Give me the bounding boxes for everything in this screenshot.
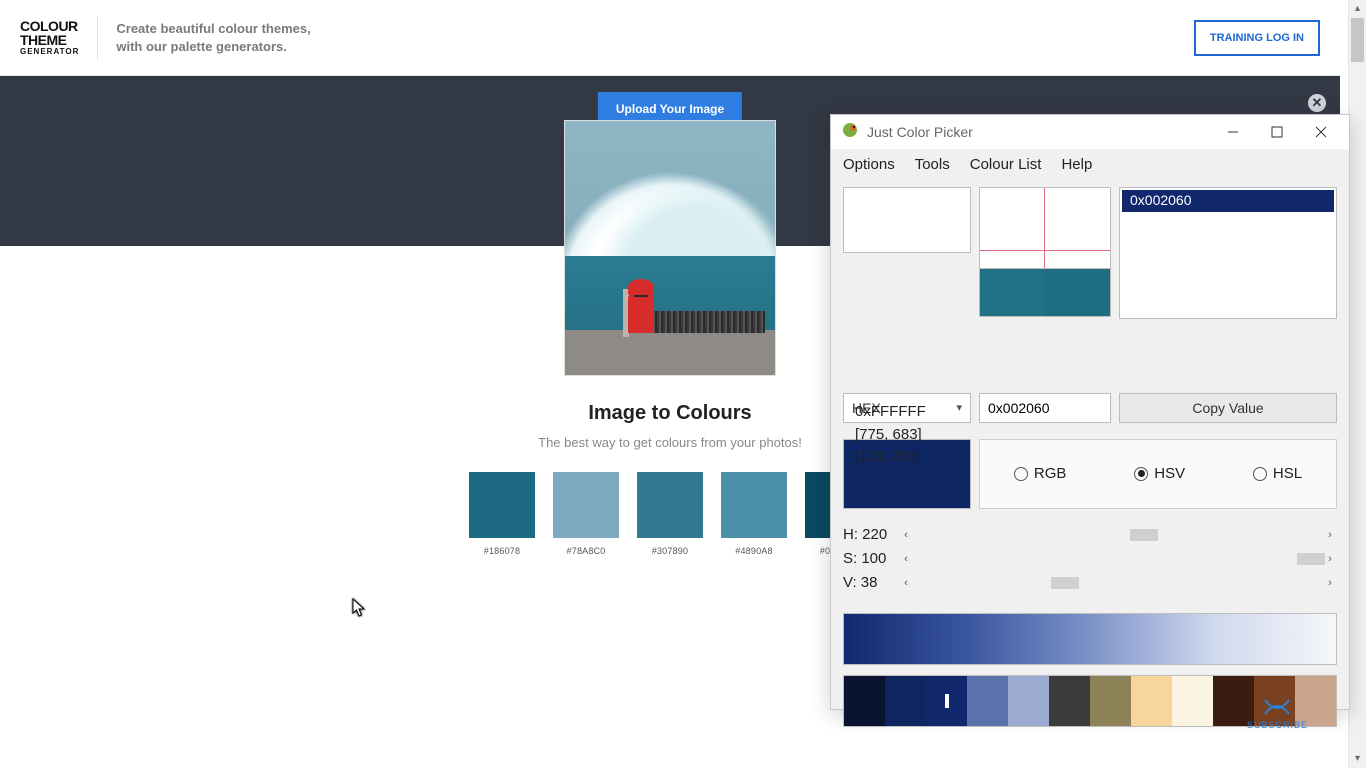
info-hex: 0xFFFFFF: [855, 401, 1361, 424]
slider-s[interactable]: S: 100 ‹ ›: [843, 547, 1337, 571]
brand-logo: COLOUR THEME GENERATOR: [20, 19, 79, 57]
scroll-thumb[interactable]: [1351, 18, 1364, 62]
arrow-right-icon[interactable]: ›: [1323, 529, 1337, 541]
menu-tools[interactable]: Tools: [915, 156, 950, 173]
menu-colour-list[interactable]: Colour List: [970, 156, 1042, 173]
arrow-left-icon[interactable]: ‹: [899, 577, 913, 589]
close-button[interactable]: [1299, 117, 1343, 147]
brand-line1: COLOUR: [20, 19, 79, 34]
info-coords1: [775, 683]: [855, 424, 1361, 447]
slider-h[interactable]: H: 220 ‹ ›: [843, 523, 1337, 547]
brand-line3: GENERATOR: [20, 48, 79, 56]
browser-scrollbar[interactable]: ▴ ▾: [1348, 0, 1366, 768]
history-swatch[interactable]: [1090, 676, 1131, 726]
app-icon: [841, 121, 859, 144]
swatch-color-0: [469, 472, 535, 538]
swatch-2[interactable]: #307890: [637, 472, 703, 556]
slider-s-thumb[interactable]: [1297, 553, 1325, 565]
gradient-bar[interactable]: [843, 613, 1337, 665]
history-swatch[interactable]: [967, 676, 1008, 726]
window-titlebar[interactable]: Just Color Picker: [831, 115, 1349, 149]
login-button[interactable]: TRAINING LOG IN: [1194, 20, 1320, 56]
menu-bar: Options Tools Colour List Help: [831, 149, 1349, 179]
scroll-up-icon[interactable]: ▴: [1349, 0, 1366, 18]
brand-line2: THEME: [20, 33, 79, 48]
slider-v[interactable]: V: 38 ‹ ›: [843, 571, 1337, 595]
zoom-preview: [979, 187, 1111, 319]
history-swatch[interactable]: [1049, 676, 1090, 726]
slider-v-thumb[interactable]: [1051, 577, 1079, 589]
tagline-line2: with our palette generators.: [116, 38, 310, 56]
swatch-3[interactable]: #4890A8: [721, 472, 787, 556]
dna-icon: [1263, 698, 1291, 716]
maximize-button[interactable]: [1255, 117, 1299, 147]
swatch-hex-2: #307890: [637, 546, 703, 556]
slider-s-label: S: 100: [843, 550, 899, 567]
subscribe-label: SUBSCRIBE: [1247, 720, 1308, 730]
zoom-q-bl: [980, 269, 1045, 316]
tagline-line1: Create beautiful colour themes,: [116, 20, 310, 38]
arrow-left-icon[interactable]: ‹: [899, 529, 913, 541]
history-swatch[interactable]: [885, 676, 926, 726]
arrow-right-icon[interactable]: ›: [1323, 553, 1337, 565]
arrow-right-icon[interactable]: ›: [1323, 577, 1337, 589]
colour-list-panel[interactable]: 0x002060: [1119, 187, 1337, 319]
history-swatch[interactable]: [926, 676, 967, 726]
arrow-left-icon[interactable]: ‹: [899, 553, 913, 565]
current-color-preview: [843, 187, 971, 253]
zoom-crosshair: [979, 187, 1111, 269]
tagline: Create beautiful colour themes, with our…: [116, 20, 310, 55]
zoom-q-br: [1045, 269, 1110, 316]
hsv-sliders: H: 220 ‹ › S: 100 ‹ › V: 38 ‹ ›: [831, 509, 1349, 595]
brand-separator: [97, 16, 98, 60]
menu-help[interactable]: Help: [1061, 156, 1092, 173]
color-picker-window: Just Color Picker Options Tools Colour L…: [830, 114, 1350, 710]
top-bar: COLOUR THEME GENERATOR Create beautiful …: [0, 0, 1340, 76]
picker-info-text: 0xFFFFFF [775, 683] |128, 293|: [843, 401, 1361, 469]
minimize-button[interactable]: [1211, 117, 1255, 147]
zoom-quadrants: [979, 269, 1111, 317]
info-coords2: |128, 293|: [855, 446, 1361, 469]
history-swatch[interactable]: [1008, 676, 1049, 726]
swatch-hex-1: #78A8C0: [553, 546, 619, 556]
swatch-hex-3: #4890A8: [721, 546, 787, 556]
slider-h-thumb[interactable]: [1130, 529, 1158, 541]
history-swatch[interactable]: [1131, 676, 1172, 726]
swatch-color-1: [553, 472, 619, 538]
slider-h-label: H: 220: [843, 526, 899, 543]
window-title: Just Color Picker: [867, 124, 1211, 140]
colour-list-selected[interactable]: 0x002060: [1122, 190, 1334, 212]
swatch-0[interactable]: #186078: [469, 472, 535, 556]
subscribe-badge[interactable]: SUBSCRIBE: [1247, 698, 1308, 730]
swatch-color-3: [721, 472, 787, 538]
history-swatch[interactable]: [1172, 676, 1213, 726]
uploaded-image: [564, 120, 776, 376]
mouse-cursor-icon: [352, 598, 366, 618]
slider-v-label: V: 38: [843, 574, 899, 591]
close-icon[interactable]: ✕: [1308, 94, 1326, 112]
menu-options[interactable]: Options: [843, 156, 895, 173]
scroll-down-icon[interactable]: ▾: [1349, 750, 1366, 768]
swatch-color-2: [637, 472, 703, 538]
swatch-1[interactable]: #78A8C0: [553, 472, 619, 556]
history-swatch[interactable]: [844, 676, 885, 726]
swatch-hex-0: #186078: [469, 546, 535, 556]
brand-area: COLOUR THEME GENERATOR Create beautiful …: [20, 16, 311, 60]
